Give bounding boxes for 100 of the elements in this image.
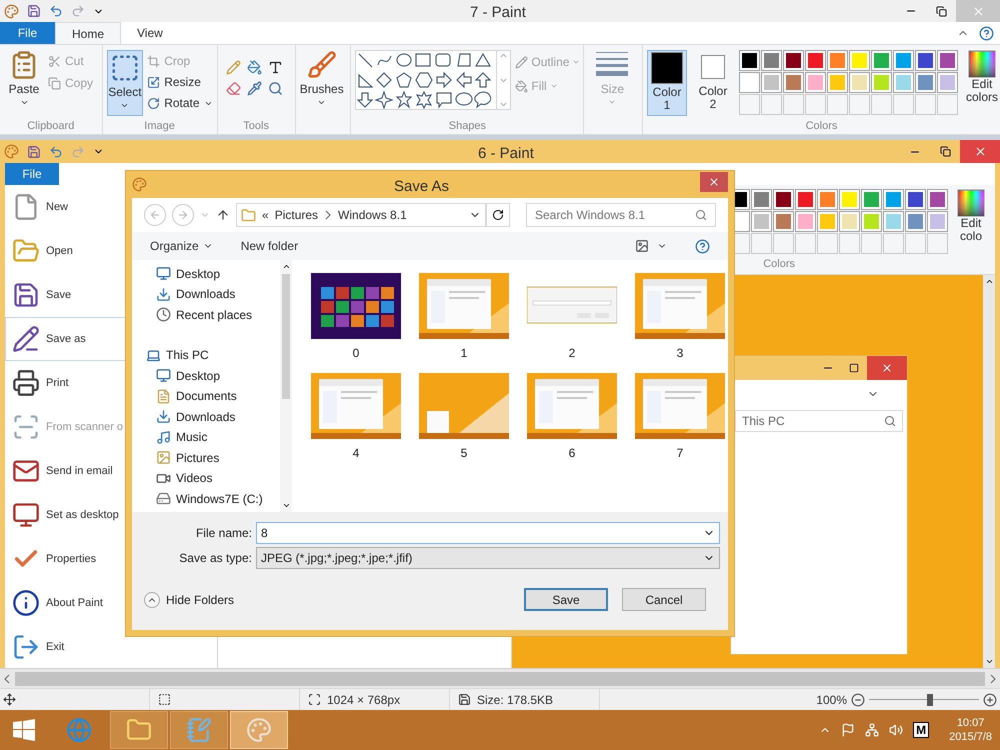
zoom-out-icon[interactable] [851,692,865,706]
color-slot-button[interactable]: Color 1 [647,50,687,116]
volume-icon[interactable] [889,723,904,737]
redo-icon[interactable] [71,144,85,158]
magnifier-icon[interactable] [268,81,283,96]
undo-icon[interactable] [49,144,63,158]
resize-button[interactable]: Resize [147,73,213,91]
file-thumbnail[interactable]: 1 [418,272,510,362]
view-icon[interactable] [635,239,649,253]
color-swatch[interactable] [805,72,826,93]
color-swatch[interactable] [839,211,860,232]
file-menu-item[interactable]: New [5,185,217,229]
breadcrumb[interactable]: Windows 8.1 [338,206,407,224]
paint-bucket-icon[interactable] [246,60,262,75]
color-swatch[interactable] [937,72,958,93]
organize-button[interactable]: Organize [150,237,213,255]
nav-item[interactable]: Desktop [156,366,280,386]
save-icon[interactable] [27,4,41,18]
file-thumbnail[interactable]: 2 [526,272,618,362]
nav-item[interactable]: Pictures [156,448,280,468]
color-swatch[interactable] [849,72,870,93]
rotate-button[interactable]: Rotate [147,94,213,112]
nav-item[interactable]: Downloads [156,407,280,426]
taskbar-app-button[interactable] [230,711,288,749]
palette-icon[interactable] [4,4,19,18]
select-button[interactable]: Select [106,50,144,116]
scroll-up-icon[interactable] [282,262,290,271]
edit-colors-button[interactable]: Edit colors [964,50,1000,104]
ribbon-tab[interactable]: View [121,22,179,44]
paste-button[interactable]: Paste [4,50,44,107]
redo-icon[interactable] [71,4,85,18]
search-field[interactable]: Search Windows 8.1 [526,203,716,227]
file-thumbnail[interactable]: 0 [310,272,402,362]
file-tab[interactable]: File [0,22,55,44]
color-swatch[interactable] [915,50,936,71]
color-swatch[interactable] [861,211,882,232]
nav-item[interactable]: Music [156,428,280,447]
up-icon[interactable] [216,208,230,222]
network-icon[interactable] [865,723,880,737]
color-swatch[interactable] [761,72,782,93]
color-swatch[interactable] [773,211,794,232]
color-swatch[interactable] [871,50,892,71]
color-swatch[interactable] [905,189,926,210]
color-swatch[interactable] [761,50,782,71]
back-button[interactable] [144,204,166,226]
refresh-button[interactable] [486,203,510,227]
color-swatch[interactable] [927,189,948,210]
chevron-right-icon[interactable] [989,674,997,684]
clock[interactable]: 10:07 2015/7/8 [949,716,992,744]
nav-item[interactable]: Videos [156,468,280,488]
file-thumbnail[interactable]: 4 [310,372,402,462]
color-swatch[interactable] [795,189,816,210]
color-swatch[interactable] [795,211,816,232]
color-picker-icon[interactable] [246,81,262,96]
color-swatch[interactable] [751,211,772,232]
text-icon[interactable] [268,60,283,75]
color-swatch[interactable] [905,211,926,232]
file-thumbnail[interactable]: 6 [526,372,618,462]
input-method-indicator[interactable]: M [913,722,930,738]
color-swatch[interactable] [915,72,936,93]
color-swatch[interactable] [783,50,804,71]
undo-icon[interactable] [49,4,63,18]
file-thumbnail[interactable]: 7 [634,372,726,462]
edit-colors-button[interactable]: Edit colo [953,189,989,243]
file-name-field[interactable]: 8 [256,522,720,544]
zoom-slider[interactable] [869,692,979,706]
file-type-dropdown[interactable]: JPEG (*.jpg;*.jpeg;*.jpe;*.jfif) [256,547,720,569]
color-swatch[interactable] [739,50,760,71]
close-button[interactable] [960,140,1000,163]
color-swatch[interactable] [893,72,914,93]
color-swatch[interactable] [827,50,848,71]
nav-item[interactable]: Downloads [156,284,280,304]
help-icon[interactable] [695,238,710,254]
color-swatch[interactable] [861,189,882,210]
color-swatch[interactable] [739,72,760,93]
close-button[interactable] [700,172,728,192]
chevron-right-icon[interactable] [324,210,332,220]
search-field[interactable]: This PC [735,410,903,432]
palette-icon[interactable] [4,144,19,159]
breadcrumb[interactable]: Pictures [274,206,318,224]
scroll-down-icon[interactable] [282,501,290,510]
dialog-button[interactable]: Save [524,588,608,611]
address-bar[interactable]: « Pictures Windows 8.1 [236,203,486,227]
color-swatch[interactable] [893,50,914,71]
color-swatch[interactable] [817,211,838,232]
save-icon[interactable] [27,144,41,158]
taskbar-app-button[interactable] [110,711,168,749]
color-swatch[interactable] [871,72,892,93]
nav-item[interactable]: Desktop [156,264,280,284]
scroll-left-icon[interactable] [3,674,11,684]
scroll-down-icon[interactable] [984,657,994,666]
file-thumbnail[interactable]: 3 [634,272,726,362]
file-menu-item[interactable]: Exit [5,625,217,668]
color-swatch[interactable] [883,211,904,232]
palette-icon[interactable] [132,177,147,192]
color-swatch[interactable] [827,72,848,93]
color-swatch[interactable] [751,189,772,210]
zoom-in-icon[interactable] [983,692,997,706]
flag-icon[interactable] [841,723,856,737]
nav-item[interactable]: Documents [156,386,280,406]
